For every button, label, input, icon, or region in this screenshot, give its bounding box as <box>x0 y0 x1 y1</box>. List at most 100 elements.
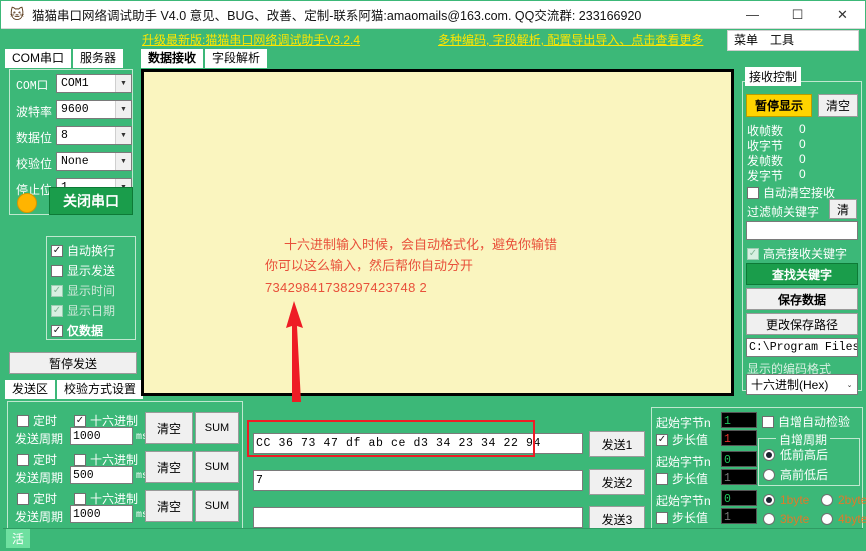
clear-send-button-3[interactable]: 清空 <box>145 490 193 522</box>
encoding-format-select[interactable]: 十六进制(Hex) ⌄ <box>746 374 858 395</box>
filter-keyword-input[interactable] <box>746 221 858 240</box>
send-tab-row: 发送区 校验方式设置 <box>5 379 143 399</box>
send-text-input-2[interactable]: 7 <box>253 470 583 491</box>
radio-icon <box>763 494 775 506</box>
receive-line-3: 73429841738297423748 2 <box>265 278 427 297</box>
checkbox-show-send[interactable]: ✓ 显示发送 <box>51 262 115 279</box>
check-icon: ✓ <box>51 305 63 317</box>
save-data-button[interactable]: 保存数据 <box>746 288 858 310</box>
send-period-input-1[interactable]: 1000 <box>70 427 133 445</box>
start-byte-input-3[interactable]: 0 <box>721 490 757 506</box>
checkbox-timer-2[interactable]: ✓ 定时 <box>17 451 57 468</box>
parity-select[interactable]: None ▼ <box>56 152 132 171</box>
chevron-down-icon: ▼ <box>115 101 131 118</box>
parity-value: None <box>57 155 115 168</box>
checkbox-auto-clear-receive[interactable]: ✓ 自动清空接收 <box>747 184 835 201</box>
maximize-button[interactable]: ☐ <box>775 1 820 28</box>
label-start-byte-3: 起始字节n <box>656 492 711 509</box>
tab-send-area[interactable]: 发送区 <box>5 380 55 399</box>
clear-filter-button[interactable]: 清 <box>829 199 857 219</box>
checkbox-auto-increment-check[interactable]: ✓ 自增自动检验 <box>762 413 850 430</box>
check-icon: ✓ <box>762 416 774 428</box>
clear-receive-button[interactable]: 清空 <box>818 94 858 117</box>
check-icon: ✓ <box>17 454 29 466</box>
sum-button-1[interactable]: SUM <box>195 412 239 444</box>
sum-button-2[interactable]: SUM <box>195 451 239 483</box>
radio-2byte[interactable]: 2byte <box>821 493 866 507</box>
checkbox-highlight-keyword[interactable]: ✓ 高亮接收关键字 <box>747 245 847 262</box>
cat-icon: 🐱 <box>6 4 28 26</box>
send-period-input-2[interactable]: 500 <box>70 466 133 484</box>
checkbox-step-2-label: 步长值 <box>672 470 708 487</box>
receive-line-1: 十六进制输入时候，会自动格式化，避免你输错 <box>284 235 557 254</box>
check-icon: ✓ <box>51 245 63 257</box>
change-save-path-button[interactable]: 更改保存路径 <box>746 313 858 335</box>
radio-4byte-label: 4byte <box>838 512 866 526</box>
save-path-input[interactable]: C:\Program Files <box>746 338 858 357</box>
checkbox-auto-wrap-label: 自动换行 <box>67 242 115 259</box>
menu-item-tools[interactable]: 工具 <box>764 32 800 49</box>
checkbox-step-2[interactable]: ✓ 步长值 <box>656 470 708 487</box>
send-text-input-3[interactable] <box>253 507 583 528</box>
label-data-bits: 数据位 <box>16 129 52 146</box>
pause-send-button[interactable]: 暂停发送 <box>9 352 137 374</box>
checkbox-show-date-label: 显示日期 <box>67 302 115 319</box>
radio-icon <box>763 513 775 525</box>
checkbox-show-date[interactable]: ✓ 显示日期 <box>51 302 115 319</box>
com-port-value: COM1 <box>57 77 115 90</box>
clear-send-button-1[interactable]: 清空 <box>145 412 193 444</box>
close-button[interactable]: ✕ <box>820 1 865 28</box>
menu-item-menu[interactable]: 菜单 <box>728 32 764 49</box>
com-port-select[interactable]: COM1 ▼ <box>56 74 132 93</box>
tab-data-receive[interactable]: 数据接收 <box>141 49 203 68</box>
checkbox-show-send-label: 显示发送 <box>67 262 115 279</box>
send-period-input-3[interactable]: 1000 <box>70 505 133 523</box>
check-icon: ✓ <box>656 512 668 524</box>
radio-1byte[interactable]: 1byte <box>763 493 809 507</box>
radio-high-first-label: 高前低后 <box>780 466 828 483</box>
tab-com-serial[interactable]: COM串口 <box>5 49 71 68</box>
features-link[interactable]: 多种编码, 字段解析, 配置导出导入、点击查看更多 <box>438 31 703 48</box>
chevron-down-icon: ▼ <box>115 75 131 92</box>
send-text-input-1[interactable]: CC 36 73 47 df ab ce d3 34 23 34 22 94 <box>253 433 583 454</box>
close-serial-port-button[interactable]: 关闭串口 <box>49 187 133 215</box>
label-start-byte-1: 起始字节n <box>656 414 711 431</box>
step-value-input-1[interactable]: 1 <box>721 430 757 446</box>
start-byte-input-1[interactable]: 1 <box>721 412 757 428</box>
tab-server[interactable]: 服务器 <box>73 49 123 68</box>
receive-textarea[interactable]: 十六进制输入时候，会自动格式化，避免你输错 你可以这么输入，然后帮你自动分开 7… <box>141 69 734 396</box>
tab-checksum-settings[interactable]: 校验方式设置 <box>57 380 143 399</box>
status-led-icon <box>17 193 37 213</box>
step-value-input-3[interactable]: 1 <box>721 508 757 524</box>
checkbox-step-1[interactable]: ✓ 步长值 <box>656 431 708 448</box>
minimize-button[interactable]: — <box>730 1 775 28</box>
center-tab-row: 数据接收 字段解析 <box>141 48 267 68</box>
checkbox-timer-3[interactable]: ✓ 定时 <box>17 490 57 507</box>
find-keyword-button[interactable]: 查找关键字 <box>746 263 858 285</box>
send-button-1[interactable]: 发送1 <box>589 431 645 457</box>
chevron-down-icon: ⌄ <box>842 376 857 393</box>
pause-display-button[interactable]: 暂停显示 <box>746 94 812 117</box>
clear-send-button-2[interactable]: 清空 <box>145 451 193 483</box>
check-icon: ✓ <box>656 473 668 485</box>
step-value-input-2[interactable]: 1 <box>721 469 757 485</box>
checkbox-timer-1[interactable]: ✓ 定时 <box>17 412 57 429</box>
upgrade-link[interactable]: 升级最新版:猫猫串口网络调试助手V3.2.4 <box>142 31 360 48</box>
radio-4byte[interactable]: 4byte <box>821 512 866 526</box>
checkbox-data-only[interactable]: ✓ 仅数据 <box>51 322 103 339</box>
baud-rate-select[interactable]: 9600 ▼ <box>56 100 132 119</box>
sum-button-3[interactable]: SUM <box>195 490 239 522</box>
radio-3byte[interactable]: 3byte <box>763 512 809 526</box>
checkbox-step-3[interactable]: ✓ 步长值 <box>656 509 708 526</box>
tab-field-parse[interactable]: 字段解析 <box>205 49 267 68</box>
send-button-2[interactable]: 发送2 <box>589 469 645 495</box>
start-byte-input-2[interactable]: 0 <box>721 451 757 467</box>
data-bits-select[interactable]: 8 ▼ <box>56 126 132 145</box>
label-baud-rate: 波特率 <box>16 103 52 120</box>
check-icon: ✓ <box>51 285 63 297</box>
radio-low-first[interactable]: 低前高后 <box>763 446 828 463</box>
radio-high-first[interactable]: 高前低后 <box>763 466 828 483</box>
checkbox-show-time[interactable]: ✓ 显示时间 <box>51 282 115 299</box>
checkbox-auto-wrap[interactable]: ✓ 自动换行 <box>51 242 115 259</box>
checkbox-timer-1-label: 定时 <box>33 412 57 429</box>
